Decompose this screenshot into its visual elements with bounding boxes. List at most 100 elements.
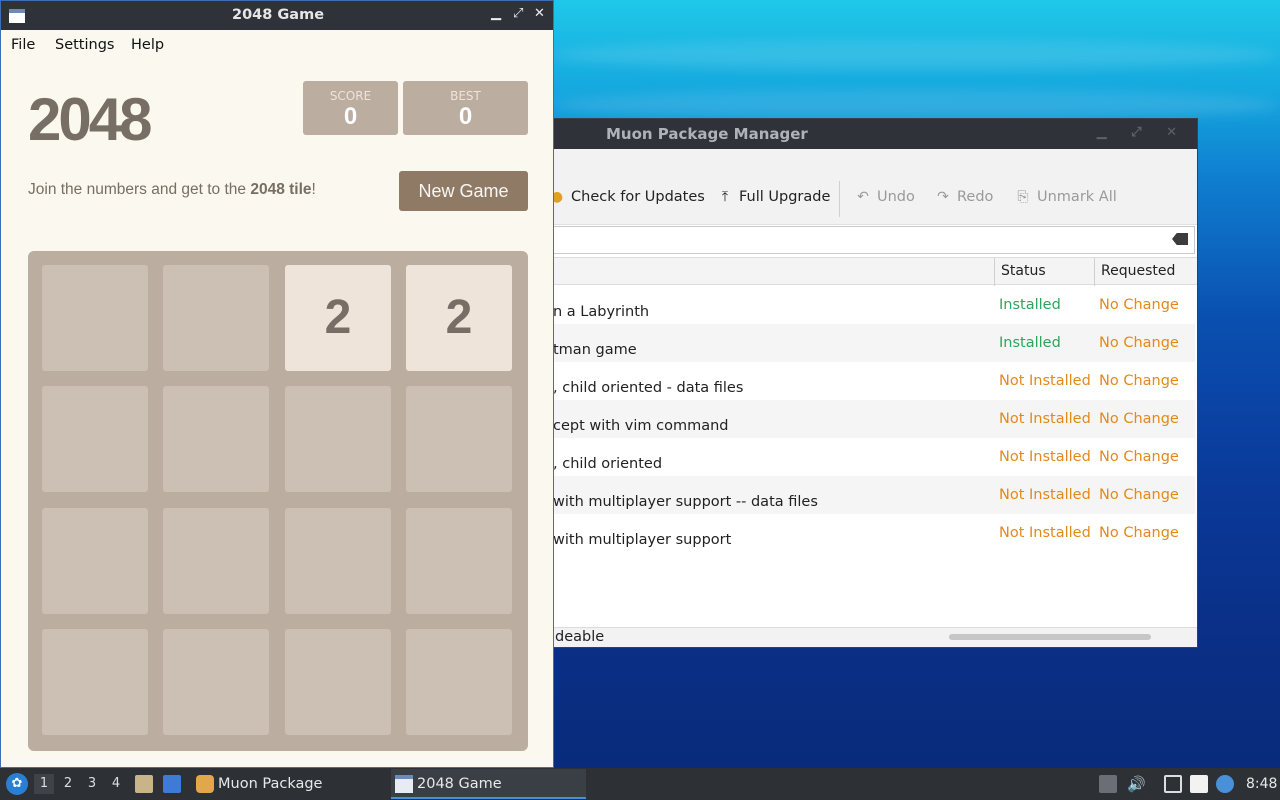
package-requested: No Change xyxy=(1099,335,1179,351)
desktop-wallpaper xyxy=(552,40,1280,70)
new-game-button[interactable]: New Game xyxy=(399,171,528,211)
menubar: File Settings Help xyxy=(1,30,553,60)
close-icon[interactable]: ✕ xyxy=(534,6,545,21)
clock[interactable]: 8:48 xyxy=(1246,768,1277,800)
table-row[interactable]: tman game Installed No Change xyxy=(531,324,1195,362)
grid-cell xyxy=(163,265,269,371)
workspace-4[interactable]: 4 xyxy=(106,774,126,794)
muon-titlebar[interactable]: Muon Package Manager ▁ ⤢ ✕ xyxy=(531,119,1197,149)
muon-statusbar: deable xyxy=(531,627,1197,647)
unmark-all-label: Unmark All xyxy=(1037,189,1117,205)
package-requested: No Change xyxy=(1099,487,1179,503)
package-status: Not Installed xyxy=(999,373,1091,389)
window-icon xyxy=(9,9,25,23)
horizontal-scrollbar[interactable] xyxy=(949,634,1151,640)
clipboard-icon[interactable] xyxy=(1190,775,1208,793)
tile: 2 xyxy=(406,265,512,371)
table-row[interactable]: , child oriented - data files Not Instal… xyxy=(531,362,1195,400)
best-box: BEST 0 xyxy=(403,81,528,135)
table-row[interactable]: cept with vim command Not Installed No C… xyxy=(531,400,1195,438)
file-manager-icon[interactable] xyxy=(135,775,153,793)
tile: 2 xyxy=(285,265,391,371)
package-requested: No Change xyxy=(1099,297,1179,313)
package-requested: No Change xyxy=(1099,449,1179,465)
package-requested: No Change xyxy=(1099,411,1179,427)
table-row[interactable]: , child oriented Not Installed No Change xyxy=(531,438,1195,476)
package-name: tman game xyxy=(553,342,637,358)
grid-cell xyxy=(285,629,391,735)
task-muon[interactable]: Muon Package Manager xyxy=(192,769,388,799)
score-label: SCORE xyxy=(329,89,372,103)
eject-icon[interactable] xyxy=(1099,775,1117,793)
check-updates-label: Check for Updates xyxy=(571,189,705,205)
workspace-1[interactable]: 1 xyxy=(34,774,54,794)
intro-suffix: ! xyxy=(311,181,316,198)
grid-cell xyxy=(406,386,512,492)
redo-button[interactable]: ↷ Redo xyxy=(935,189,993,205)
grid-cell xyxy=(163,629,269,735)
workspace-3[interactable]: 3 xyxy=(82,774,102,794)
table-row[interactable]: n a Labyrinth Installed No Change xyxy=(531,286,1195,324)
package-name: n a Labyrinth xyxy=(553,304,650,320)
menu-help[interactable]: Help xyxy=(131,37,164,53)
best-label: BEST xyxy=(450,89,481,103)
muon-window-title: Muon Package Manager xyxy=(606,125,808,143)
full-upgrade-label: Full Upgrade xyxy=(739,189,831,205)
column-requested[interactable]: Requested xyxy=(1094,258,1197,286)
clear-search-icon[interactable] xyxy=(1172,233,1188,245)
notification-icon[interactable] xyxy=(1216,775,1234,793)
muon-window-controls[interactable]: ▁ ⤢ ✕ xyxy=(1097,125,1187,140)
grid-cell xyxy=(42,629,148,735)
table-row[interactable]: with multiplayer support Not Installed N… xyxy=(531,514,1195,552)
unmark-icon: ⎘ xyxy=(1017,189,1029,205)
grid-cell xyxy=(285,386,391,492)
grid-cell xyxy=(163,508,269,614)
grid-cell xyxy=(406,629,512,735)
package-requested: No Change xyxy=(1099,525,1179,541)
score-box: SCORE 0 xyxy=(303,81,398,135)
package-status: Not Installed xyxy=(999,487,1091,503)
game-window: 2048 Game ▁ ⤢ ✕ File Settings Help 2048 … xyxy=(0,0,554,768)
package-status: Not Installed xyxy=(999,449,1091,465)
score-value: 0 xyxy=(343,103,358,130)
search-input[interactable] xyxy=(531,226,1195,254)
undo-label: Undo xyxy=(877,189,915,205)
package-status: Not Installed xyxy=(999,411,1091,427)
unmark-all-button[interactable]: ⎘ Unmark All xyxy=(1015,189,1117,205)
menu-settings[interactable]: Settings xyxy=(55,37,114,53)
muon-toolbar xyxy=(531,149,1197,225)
menu-file[interactable]: File xyxy=(11,37,35,53)
muon-task-icon xyxy=(196,775,214,793)
game-heading: 2048 xyxy=(28,86,152,153)
game-titlebar[interactable]: 2048 Game ▁ ⤢ ✕ xyxy=(1,1,553,30)
show-desktop-icon[interactable] xyxy=(163,775,181,793)
package-list-header: Status Requested xyxy=(531,257,1197,286)
full-upgrade-button[interactable]: ⤒ Full Upgrade xyxy=(717,189,831,205)
workspace-2[interactable]: 2 xyxy=(58,774,78,794)
package-list: n a Labyrinth Installed No Change tman g… xyxy=(531,286,1195,552)
grid-cell xyxy=(42,386,148,492)
check-updates-button[interactable]: ● Check for Updates xyxy=(549,189,705,205)
grid-cell xyxy=(163,386,269,492)
start-menu-icon[interactable]: ✿ xyxy=(6,773,28,795)
table-row[interactable]: with multiplayer support -- data files N… xyxy=(531,476,1195,514)
undo-button[interactable]: ↶ Undo xyxy=(855,189,915,205)
task-2048[interactable]: 2048 Game xyxy=(391,769,586,799)
package-requested: No Change xyxy=(1099,373,1179,389)
volume-icon[interactable]: 🔊 xyxy=(1127,775,1146,793)
intro-bold: 2048 tile xyxy=(250,181,312,198)
grid-cell xyxy=(42,508,148,614)
package-name: cept with vim command xyxy=(553,418,729,434)
game-board[interactable]: 2 2 xyxy=(28,251,528,751)
column-status[interactable]: Status xyxy=(994,258,1094,286)
maximize-icon[interactable]: ⤢ xyxy=(513,6,523,21)
package-status: Not Installed xyxy=(999,525,1091,541)
network-icon[interactable] xyxy=(1164,775,1182,793)
grid-cell xyxy=(42,265,148,371)
minimize-icon[interactable]: ▁ xyxy=(491,6,501,21)
package-name: with multiplayer support xyxy=(553,532,732,548)
statusbar-text: deable xyxy=(555,629,605,645)
muon-window: Muon Package Manager ▁ ⤢ ✕ ● Check for U… xyxy=(530,118,1198,648)
grid-cell xyxy=(406,508,512,614)
package-status: Installed xyxy=(999,297,1061,313)
